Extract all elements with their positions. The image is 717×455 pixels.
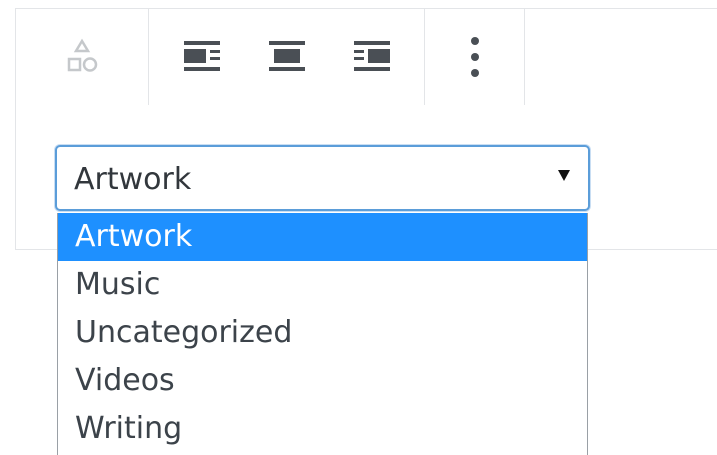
more-options-group xyxy=(425,9,525,105)
dropdown-option-uncategorized[interactable]: Uncategorized xyxy=(58,309,587,357)
align-right-icon xyxy=(353,41,390,71)
dropdown-option-artwork[interactable]: Artwork xyxy=(58,213,587,261)
alignment-group xyxy=(149,9,425,105)
block-type-group xyxy=(16,9,149,105)
editor-canvas: Artwork Artwork Music Uncategorized Vide… xyxy=(0,0,717,455)
block-toolbar xyxy=(15,8,717,105)
dropdown-option-writing[interactable]: Writing xyxy=(58,405,587,453)
more-options-button[interactable] xyxy=(445,27,505,87)
align-left-button[interactable] xyxy=(172,27,232,87)
align-right-button[interactable] xyxy=(342,27,402,87)
dropdown-option-videos[interactable]: Videos xyxy=(58,357,587,405)
block-type-button[interactable] xyxy=(52,27,112,87)
align-center-icon xyxy=(268,41,305,71)
block-type-shapes-icon xyxy=(67,38,98,72)
category-dropdown-list: Artwork Music Uncategorized Videos Writi… xyxy=(57,213,588,455)
dropdown-option-music[interactable]: Music xyxy=(58,261,587,309)
chevron-down-icon xyxy=(558,170,570,181)
more-options-icon xyxy=(470,37,479,77)
category-select-value: Artwork xyxy=(74,162,192,197)
align-left-icon xyxy=(183,41,220,71)
align-center-button[interactable] xyxy=(257,27,317,87)
category-select[interactable]: Artwork xyxy=(55,145,590,211)
